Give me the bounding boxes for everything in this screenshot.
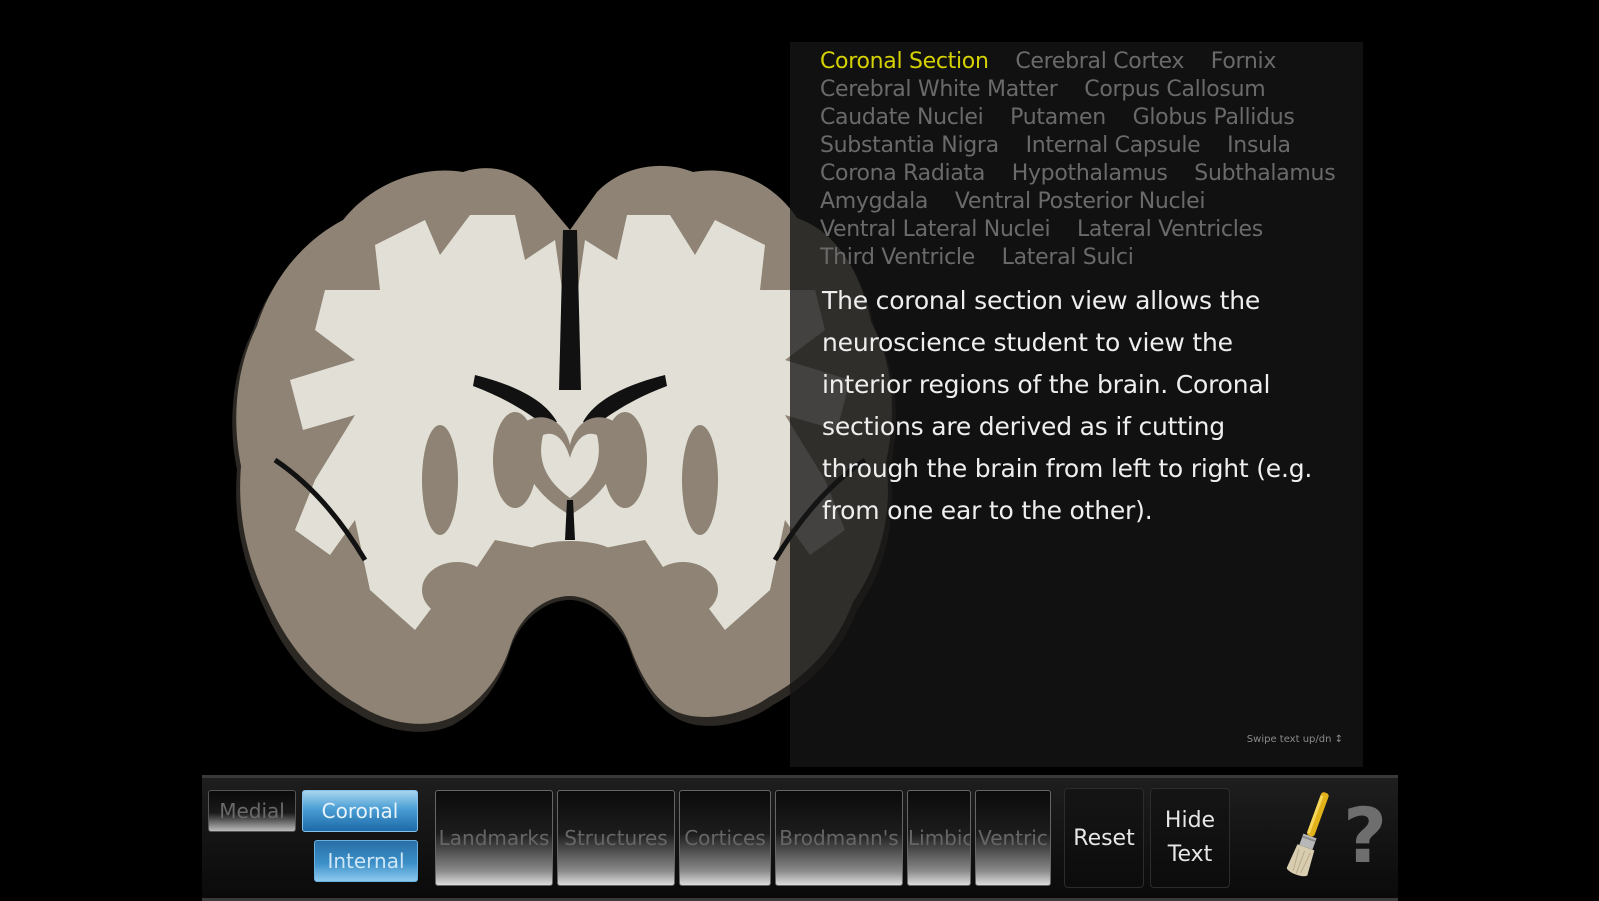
- hide-text-button[interactable]: Hide Text: [1150, 788, 1230, 888]
- term-putamen[interactable]: Putamen: [1010, 105, 1106, 130]
- term-coronal-section[interactable]: Coronal Section: [820, 49, 989, 74]
- putamen-right: [682, 425, 718, 535]
- brodmanns-button[interactable]: Brodmann's: [775, 790, 903, 886]
- landmarks-button[interactable]: Landmarks: [435, 790, 553, 886]
- reset-button[interactable]: Reset: [1064, 788, 1144, 888]
- description-text: The coronal section view allows the neur…: [822, 286, 1313, 525]
- term-amygdala[interactable]: Amygdala: [820, 189, 928, 214]
- amygdala-right: [648, 562, 718, 618]
- subthalamus: [525, 541, 615, 569]
- coronal-button[interactable]: Coronal: [302, 790, 418, 832]
- info-panel[interactable]: Coronal Section Cerebral Cortex Fornix C…: [790, 42, 1363, 767]
- term-lateral-ventricles[interactable]: Lateral Ventricles: [1077, 217, 1263, 242]
- paintbrush-icon[interactable]: [1280, 786, 1340, 886]
- term-third-ventricle[interactable]: Third Ventricle: [820, 245, 975, 270]
- term-fornix[interactable]: Fornix: [1211, 49, 1277, 74]
- limbic-button[interactable]: Limbic: [907, 790, 971, 886]
- putamen-left: [422, 425, 458, 535]
- term-cerebral-white-matter[interactable]: Cerebral White Matter: [820, 77, 1058, 102]
- term-list: Coronal Section Cerebral Cortex Fornix C…: [820, 48, 1360, 272]
- term-ventral-posterior-nuclei[interactable]: Ventral Posterior Nuclei: [955, 189, 1206, 214]
- hide-text-label-line2: Text: [1167, 842, 1213, 867]
- term-substantia-nigra[interactable]: Substantia Nigra: [820, 133, 999, 158]
- term-ventral-lateral-nuclei[interactable]: Ventral Lateral Nuclei: [820, 217, 1051, 242]
- reset-label: Reset: [1073, 825, 1135, 851]
- amygdala-left: [422, 562, 492, 618]
- term-internal-capsule[interactable]: Internal Capsule: [1026, 133, 1201, 158]
- term-caudate-nuclei[interactable]: Caudate Nuclei: [820, 105, 984, 130]
- bottom-toolbar: Medial Coronal Internal Landmarks Struct…: [202, 775, 1398, 901]
- ventricles-button[interactable]: Ventric: [975, 790, 1051, 886]
- internal-button[interactable]: Internal: [314, 840, 418, 882]
- term-lateral-sulci[interactable]: Lateral Sulci: [1002, 245, 1134, 270]
- term-corona-radiata[interactable]: Corona Radiata: [820, 161, 985, 186]
- term-corpus-callosum[interactable]: Corpus Callosum: [1084, 77, 1265, 102]
- app-stage: Coronal Section Cerebral Cortex Fornix C…: [0, 0, 1599, 901]
- medial-button[interactable]: Medial: [208, 790, 296, 832]
- swipe-hint: Swipe text up/dn ↕: [1246, 734, 1343, 745]
- term-globus-pallidus[interactable]: Globus Pallidus: [1133, 105, 1295, 130]
- term-insula[interactable]: Insula: [1227, 133, 1291, 158]
- term-hypothalamus[interactable]: Hypothalamus: [1012, 161, 1168, 186]
- term-cerebral-cortex[interactable]: Cerebral Cortex: [1015, 49, 1184, 74]
- structures-button[interactable]: Structures: [557, 790, 675, 886]
- cortices-button[interactable]: Cortices: [679, 790, 771, 886]
- term-subthalamus[interactable]: Subthalamus: [1194, 161, 1335, 186]
- hide-text-label-line1: Hide: [1164, 808, 1216, 833]
- help-question-icon[interactable]: ?: [1340, 786, 1390, 886]
